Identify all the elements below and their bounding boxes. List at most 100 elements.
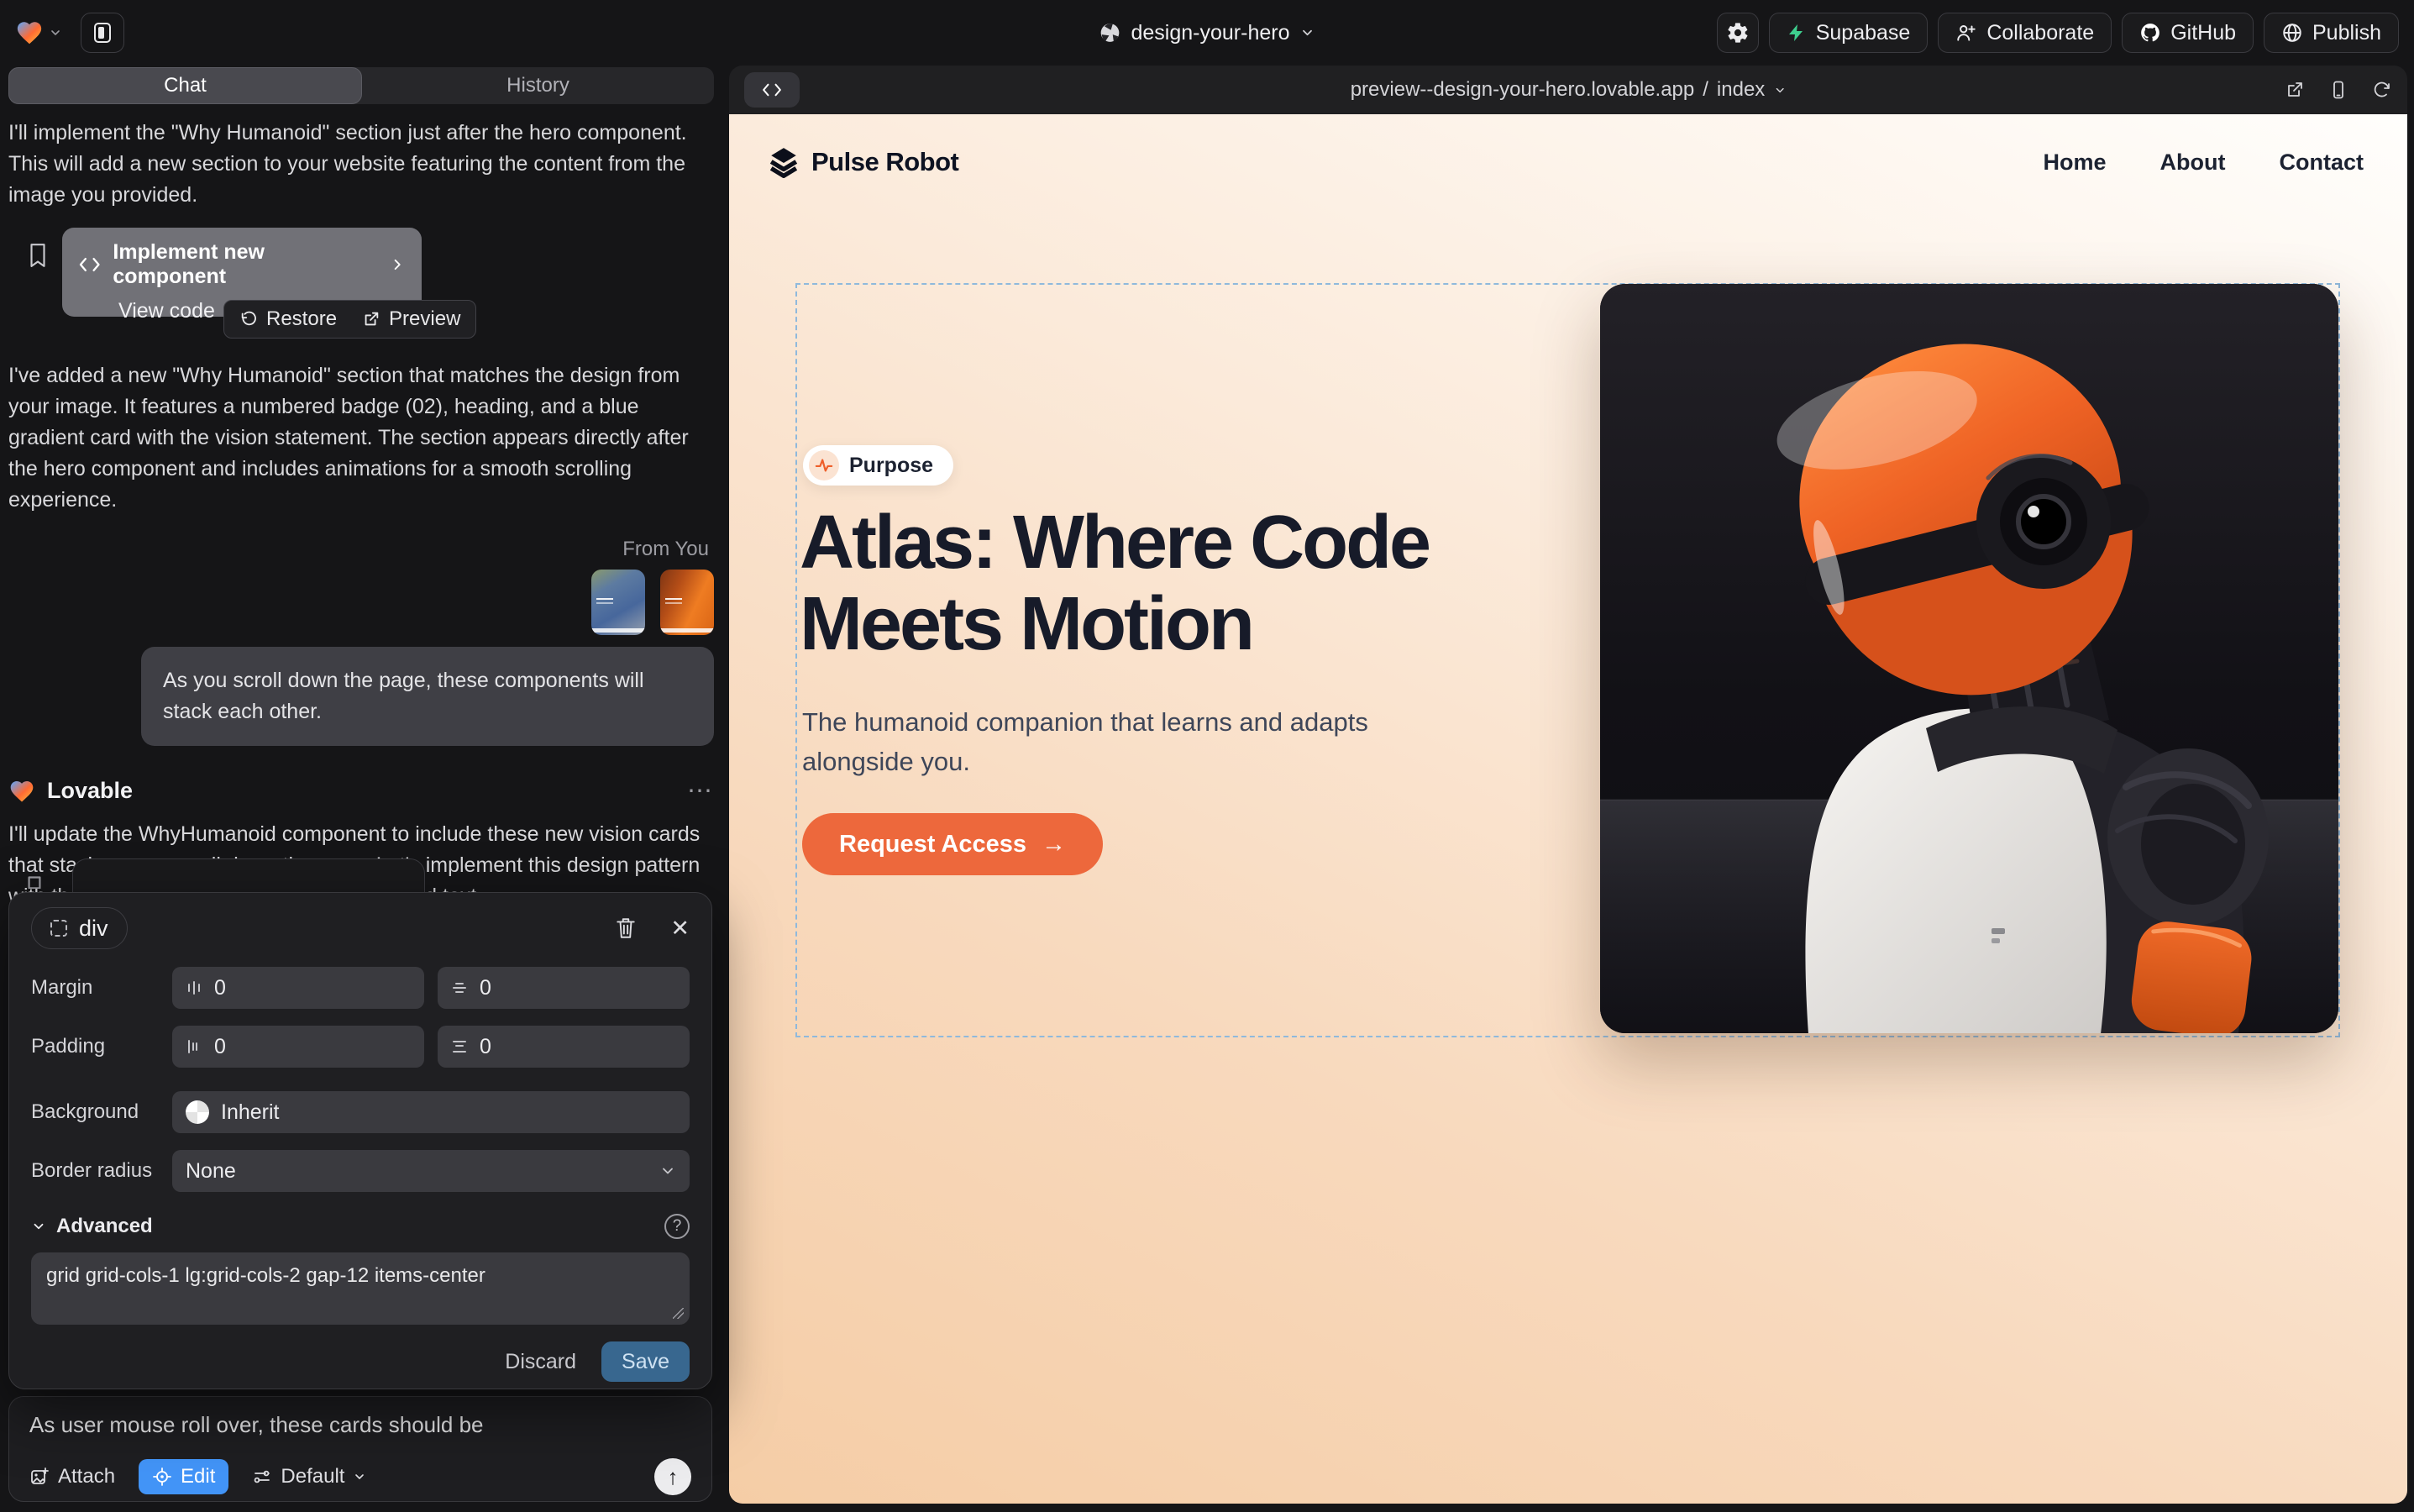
trash-icon[interactable]: [615, 916, 637, 940]
collaborate-label: Collaborate: [1986, 21, 2094, 45]
bookmark-icon: [27, 243, 49, 268]
code-view-toggle[interactable]: [744, 72, 800, 108]
target-icon: [152, 1467, 172, 1487]
chevron-right-icon: [390, 257, 405, 272]
github-button[interactable]: GitHub: [2122, 13, 2254, 53]
margin-horizontal-icon: [186, 979, 202, 996]
attach-button[interactable]: Attach: [29, 1465, 115, 1488]
restore-label: Restore: [266, 307, 337, 331]
preview-domain: preview--design-your-hero.lovable.app: [1351, 78, 1695, 102]
attachment-thumbnail-blue[interactable]: [591, 570, 645, 635]
preview-page: index: [1717, 78, 1765, 102]
padding-x-value: 0: [214, 1035, 226, 1059]
site-header: Pulse Robot Home About Contact: [768, 146, 2364, 178]
close-inspector-button[interactable]: ✕: [670, 916, 690, 942]
nav-link-home[interactable]: Home: [2044, 150, 2107, 176]
supabase-button[interactable]: Supabase: [1769, 13, 1929, 53]
padding-y-input[interactable]: 0: [438, 1026, 690, 1068]
mode-label: Default: [281, 1465, 344, 1488]
margin-vertical-icon: [451, 979, 468, 996]
preview-pane: preview--design-your-hero.lovable.app / …: [729, 66, 2407, 1504]
restore-icon: [239, 310, 258, 328]
arrow-right-icon: →: [1042, 831, 1066, 858]
refresh-icon[interactable]: [2372, 80, 2392, 100]
help-icon[interactable]: ?: [664, 1214, 690, 1239]
globe-icon: [1099, 22, 1121, 44]
selected-element-tag[interactable]: div: [31, 907, 128, 949]
edit-mode-button[interactable]: Edit: [139, 1459, 228, 1494]
save-button[interactable]: Save: [601, 1341, 690, 1382]
site-brand-name: Pulse Robot: [811, 147, 958, 177]
padding-x-input[interactable]: 0: [172, 1026, 424, 1068]
nav-link-about[interactable]: About: [2160, 150, 2226, 176]
assistant-header: Lovable ⋯: [8, 776, 714, 806]
background-picker[interactable]: Inherit: [172, 1091, 690, 1133]
path-separator: /: [1703, 78, 1708, 102]
component-card-title: Implement new component: [113, 240, 377, 289]
restore-button[interactable]: Restore: [239, 307, 337, 331]
border-radius-label: Border radius: [31, 1159, 172, 1183]
chevron-down-icon: [659, 1163, 676, 1179]
assistant-name: Lovable: [47, 778, 133, 804]
margin-x-input[interactable]: 0: [172, 967, 424, 1009]
advanced-section-label[interactable]: Advanced: [56, 1215, 153, 1238]
composer-input[interactable]: As user mouse roll over, these cards sho…: [29, 1412, 691, 1438]
send-button[interactable]: ↑: [654, 1458, 691, 1495]
site-brand[interactable]: Pulse Robot: [768, 146, 958, 178]
preview-button[interactable]: Preview: [362, 307, 460, 331]
chevron-down-icon: [1773, 84, 1786, 97]
transparency-swatch-icon: [186, 1100, 209, 1124]
project-name: design-your-hero: [1131, 21, 1290, 45]
site-nav: Home About Contact: [2044, 150, 2364, 176]
chevron-down-icon[interactable]: [31, 1219, 46, 1234]
pulse-robot-logo-icon: [768, 146, 800, 178]
chat-panel: Chat History I'll implement the "Why Hum…: [8, 67, 714, 912]
supabase-icon: [1787, 23, 1807, 43]
hero-heading: Atlas: Where Code Meets Motion: [800, 502, 1581, 665]
github-icon: [2139, 22, 2161, 44]
lovable-app: design-your-hero Supabase: [0, 0, 2414, 1512]
tailwind-classes-textarea[interactable]: grid grid-cols-1 lg:grid-cols-2 gap-12 i…: [31, 1252, 690, 1325]
hero-robot-image: [1600, 284, 2338, 1033]
publish-button[interactable]: Publish: [2264, 13, 2399, 53]
lovable-heart-icon: [15, 18, 44, 47]
open-in-new-icon[interactable]: [2285, 80, 2305, 100]
padding-label: Padding: [31, 1035, 172, 1058]
preview-url[interactable]: preview--design-your-hero.lovable.app / …: [1351, 78, 1787, 102]
tab-history[interactable]: History: [362, 67, 714, 104]
tab-chat[interactable]: Chat: [8, 67, 362, 104]
github-label: GitHub: [2170, 21, 2236, 45]
attach-image-icon: [29, 1467, 50, 1487]
publish-globe-icon: [2281, 22, 2303, 44]
request-access-button[interactable]: Request Access →: [802, 813, 1103, 875]
chevron-down-icon: [49, 26, 62, 39]
message-menu-button[interactable]: ⋯: [687, 776, 714, 806]
purpose-badge: Purpose: [803, 445, 953, 486]
project-switcher[interactable]: design-your-hero: [1099, 21, 1315, 45]
margin-y-value: 0: [480, 976, 491, 1000]
attachment-thumbnail-orange[interactable]: [660, 570, 714, 635]
mobile-view-icon[interactable]: [2328, 80, 2348, 100]
collaborate-icon: [1955, 22, 1977, 44]
assistant-message-2: I've added a new "Why Humanoid" section …: [8, 360, 714, 516]
border-radius-select[interactable]: None: [172, 1150, 690, 1192]
preview-site: Pulse Robot Home About Contact Purpose A…: [729, 114, 2407, 1504]
chat-history-tabs: Chat History: [8, 67, 714, 104]
margin-y-input[interactable]: 0: [438, 967, 690, 1009]
pulse-icon: [809, 450, 839, 480]
mode-select[interactable]: Default: [252, 1465, 366, 1488]
padding-vertical-icon: [451, 1038, 468, 1055]
collaborate-button[interactable]: Collaborate: [1938, 13, 2112, 53]
user-message-bubble: As you scroll down the page, these compo…: [141, 647, 714, 746]
sidebar-toggle-button[interactable]: [81, 13, 124, 53]
settings-button[interactable]: [1717, 13, 1759, 53]
from-you-label: From You: [8, 538, 714, 561]
purpose-badge-label: Purpose: [849, 454, 933, 478]
discard-button[interactable]: Discard: [505, 1350, 576, 1374]
margin-label: Margin: [31, 976, 172, 1000]
nav-link-contact[interactable]: Contact: [2280, 150, 2364, 176]
lovable-logo-menu[interactable]: [15, 18, 62, 47]
chevron-down-icon: [353, 1470, 366, 1483]
restore-preview-toolbar: Restore Preview: [223, 300, 476, 339]
assistant-message-1: I'll implement the "Why Humanoid" sectio…: [8, 118, 714, 211]
